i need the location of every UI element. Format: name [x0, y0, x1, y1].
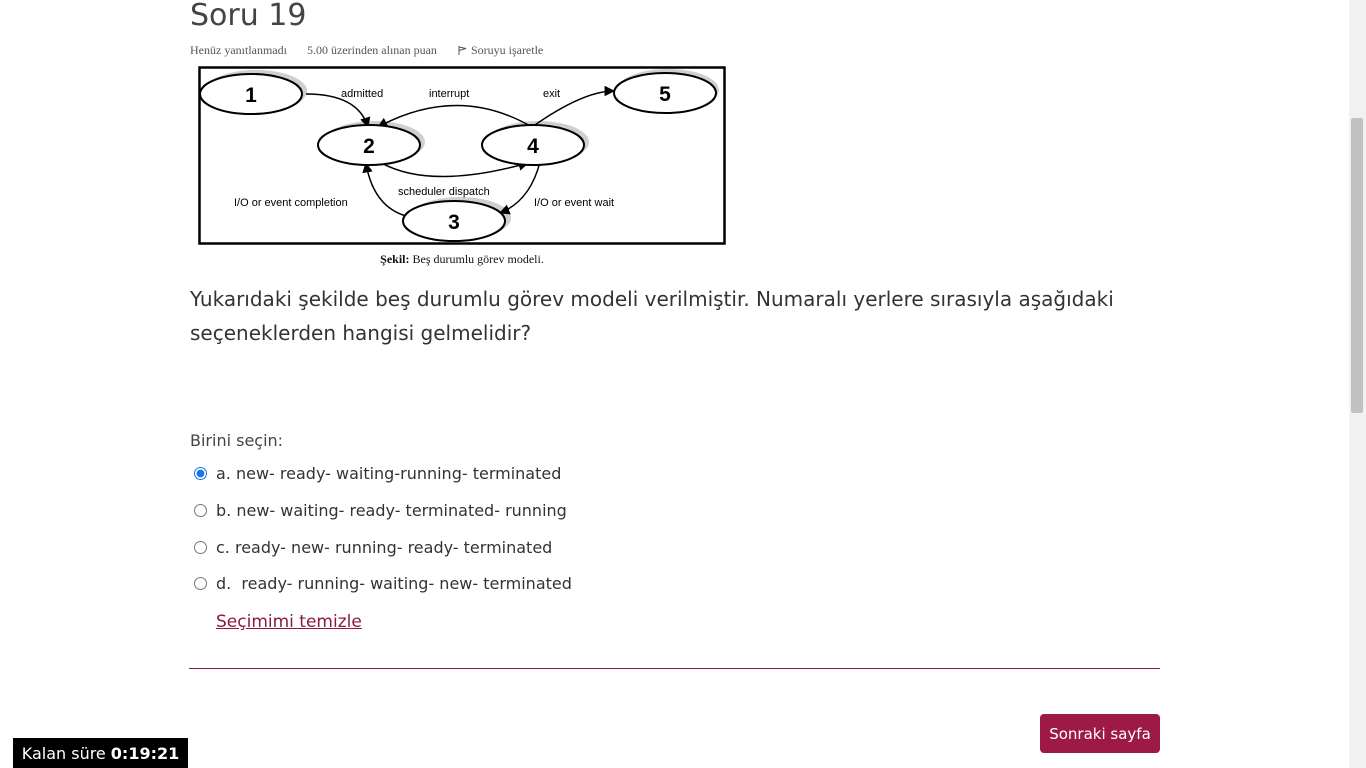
state-node-5: 5 — [613, 72, 717, 114]
answer-option-c[interactable]: c. ready- new- running- ready- terminate… — [194, 535, 552, 559]
scrollbar-thumb[interactable] — [1351, 118, 1363, 413]
question-text: Yukarıdaki şekilde beş durumlu görev mod… — [190, 287, 1114, 345]
time-remaining: Kalan süre 0:19:21 — [13, 738, 188, 768]
question-title: Soru 19 — [190, 0, 307, 33]
label-scheduler-dispatch: scheduler dispatch — [398, 186, 490, 198]
svg-text:4: 4 — [527, 135, 539, 158]
next-page-button[interactable]: Sonraki sayfa — [1040, 714, 1160, 753]
label-interrupt: interrupt — [429, 88, 469, 100]
answer-option-label: d. ready- running- waiting- new- termina… — [216, 573, 572, 593]
question-points: 5.00 üzerinden alınan puan — [306, 43, 437, 57]
timer-value: 0:19:21 — [110, 743, 180, 763]
state-node-3: 3 — [402, 200, 506, 242]
answer-option-label: b. new- waiting- ready- terminated- runn… — [216, 500, 567, 520]
radio-option-c[interactable] — [194, 540, 207, 554]
label-exit: exit — [543, 88, 560, 100]
five-state-diagram: 1 2 3 4 5 admitted interrupt exit schedu… — [198, 66, 726, 245]
flag-question-link[interactable]: Soruyu işaretle — [457, 43, 543, 58]
figure-caption: Şekil: Beş durumlu görev modeli. — [380, 252, 544, 266]
svg-text:2: 2 — [363, 135, 375, 158]
state-node-4: 4 — [481, 124, 585, 166]
timer-label: Kalan süre — [21, 743, 106, 763]
clear-selection-link[interactable]: Seçimimi temizle — [216, 612, 362, 632]
question-info: Henüz yanıtlanmadı 5.00 üzerinden alınan… — [190, 43, 543, 58]
state-node-1: 1 — [199, 73, 303, 115]
label-io-completion: I/O or event completion — [234, 197, 348, 209]
radio-option-b[interactable] — [194, 503, 207, 517]
question-status: Henüz yanıtlanmadı — [190, 43, 287, 57]
answer-option-label: a. new- ready- waiting-running- terminat… — [216, 463, 562, 483]
svg-text:1: 1 — [245, 84, 257, 107]
divider — [189, 668, 1160, 669]
answer-option-a[interactable]: a. new- ready- waiting-running- terminat… — [194, 461, 561, 485]
state-node-2: 2 — [317, 124, 421, 166]
svg-text:5: 5 — [659, 83, 671, 106]
label-io-wait: I/O or event wait — [534, 197, 614, 209]
svg-text:3: 3 — [448, 211, 460, 234]
answer-prompt: Birini seçin: — [190, 431, 284, 450]
answer-option-d[interactable]: d. ready- running- waiting- new- termina… — [194, 571, 572, 595]
answer-option-label: c. ready- new- running- ready- terminate… — [216, 537, 553, 557]
radio-option-a[interactable] — [194, 466, 207, 480]
answer-option-b[interactable]: b. new- waiting- ready- terminated- runn… — [194, 498, 567, 522]
vertical-scrollbar[interactable] — [1349, 0, 1366, 768]
radio-option-d[interactable] — [194, 576, 207, 590]
flag-icon — [458, 46, 467, 55]
flag-question-label: Soruyu işaretle — [470, 43, 544, 57]
state-diagram-figure: 1 2 3 4 5 admitted interrupt exit schedu… — [198, 66, 726, 268]
label-admitted: admitted — [341, 88, 383, 100]
